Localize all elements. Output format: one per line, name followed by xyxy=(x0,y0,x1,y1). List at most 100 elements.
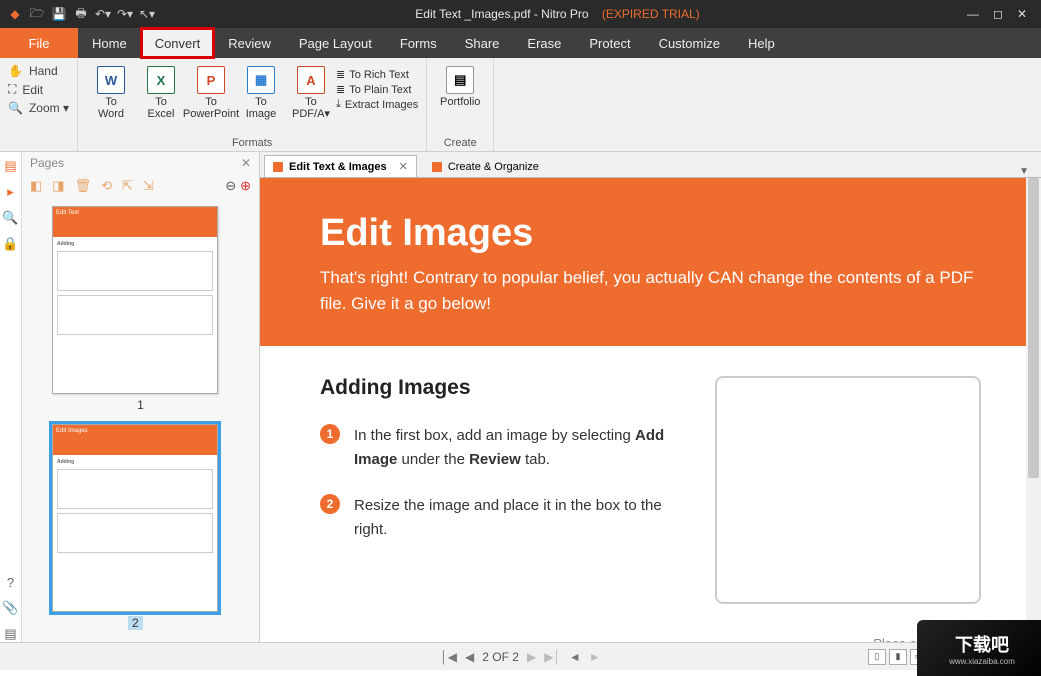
last-page-icon[interactable]: ▶│ xyxy=(544,650,561,664)
page-number: 2 xyxy=(128,616,143,630)
workspace: ▤ ▸ 🔍 🔒 ? 📎 ▤ Pages ✕ ◧ ◨ 🗑 ⟲ ⇱ ⇲ ⊖ ⊕ Ed… xyxy=(0,152,1041,642)
watermark: 下载吧 www.xiazaiba.com xyxy=(917,620,1041,676)
pages-panel-title: Pages xyxy=(30,156,64,170)
close-button[interactable]: ✕ xyxy=(1017,7,1027,21)
pages-tool-insert-icon[interactable]: ⇲ xyxy=(143,178,154,194)
zoom-tool[interactable]: 🔍Zoom ▾ xyxy=(8,101,69,115)
bookmarks-rail-icon[interactable]: ▸ xyxy=(7,184,14,200)
to-pdfa-button[interactable]: AToPDF/A▾ xyxy=(286,62,336,120)
to-powerpoint-button[interactable]: PToPowerPoint xyxy=(186,62,236,120)
window-controls: — ◻ ✕ xyxy=(953,7,1041,21)
create-group: ▤Portfolio Create xyxy=(427,58,494,151)
pages-tool-extract-icon[interactable]: ⇱ xyxy=(122,178,133,194)
main-tabs: File HomeConvertReviewPage LayoutFormsSh… xyxy=(0,28,1041,58)
zoom-in-icon[interactable]: ⊕ xyxy=(240,178,251,194)
pages-tool-rotate-icon[interactable]: ⟲ xyxy=(101,178,112,194)
to-rich-text-button[interactable]: ≣To Rich Text xyxy=(336,68,418,81)
page-thumbnail[interactable]: Edit TextAdding xyxy=(52,206,218,394)
zoom ▾-icon: 🔍 xyxy=(8,101,23,115)
hero-title: Edit Images xyxy=(320,212,981,255)
maximize-button[interactable]: ◻ xyxy=(993,7,1003,21)
pages-tool-next-icon[interactable]: ◨ xyxy=(52,178,64,194)
image-icon: ▦ xyxy=(247,66,275,94)
page-thumbnail[interactable]: Edit ImagesAdding xyxy=(52,424,218,612)
thumbnail-list[interactable]: Edit TextAdding1Edit ImagesAdding2 xyxy=(22,198,259,642)
hand-icon: ✋ xyxy=(8,64,23,78)
attach-rail-icon[interactable]: 📎 xyxy=(2,600,18,616)
left-rail: ▤ ▸ 🔍 🔒 ? 📎 ▤ xyxy=(0,152,22,642)
image-placeholder-box[interactable] xyxy=(715,376,981,604)
portfolio-button[interactable]: ▤Portfolio xyxy=(435,62,485,108)
first-page-icon[interactable]: │◀ xyxy=(440,650,457,664)
save-icon[interactable]: 💾 xyxy=(50,7,68,21)
file-tab[interactable]: File xyxy=(0,28,78,58)
edit-icon: ⛶ xyxy=(8,82,16,97)
step: 2Resize the image and place it in the bo… xyxy=(320,494,685,542)
list-rail-icon[interactable]: ▤ xyxy=(4,626,16,642)
small-icon: ≣ xyxy=(336,68,345,81)
pages-rail-icon[interactable]: ▤ xyxy=(4,158,16,174)
quick-access-toolbar: ◆ 🗁 💾 🖶 ↶▾ ↷▾ ↖▾ xyxy=(0,4,162,25)
pdf/a▾-icon: A xyxy=(297,66,325,94)
tab-share[interactable]: Share xyxy=(451,28,514,58)
doc-icon xyxy=(432,162,442,172)
to-excel-button[interactable]: XToExcel xyxy=(136,62,186,120)
document-tab[interactable]: Edit Text & Images✕ xyxy=(264,155,417,177)
doc-icon xyxy=(273,162,283,172)
pages-tool-prev-icon[interactable]: ◧ xyxy=(30,178,42,194)
pages-panel: Pages ✕ ◧ ◨ 🗑 ⟲ ⇱ ⇲ ⊖ ⊕ Edit TextAdding1… xyxy=(22,152,260,642)
title-bar: ◆ 🗁 💾 🖶 ↶▾ ↷▾ ↖▾ Edit Text _Images.pdf -… xyxy=(0,0,1041,28)
document-viewport[interactable]: Edit Images That's right! Contrary to po… xyxy=(260,178,1041,642)
step-number: 2 xyxy=(320,494,340,514)
step-number: 1 xyxy=(320,424,340,444)
to-image-button[interactable]: ▦ToImage xyxy=(236,62,286,120)
document-tab[interactable]: Create & Organize✕ xyxy=(423,155,548,177)
tab-forms[interactable]: Forms xyxy=(386,28,451,58)
view-continuous-icon[interactable]: ▮ xyxy=(889,649,907,665)
app-icon: ◆ xyxy=(6,7,24,21)
tab-help[interactable]: Help xyxy=(734,28,789,58)
hero-text: That's right! Contrary to popular belief… xyxy=(320,265,981,316)
ribbon: ✋Hand ⛶Edit 🔍Zoom ▾ WToWordXToExcelPToPowe… xyxy=(0,58,1041,152)
tab-erase[interactable]: Erase xyxy=(513,28,575,58)
pages-toolbar: ◧ ◨ 🗑 ⟲ ⇱ ⇲ ⊖ ⊕ xyxy=(22,174,259,198)
open-icon[interactable]: 🗁 xyxy=(28,4,46,25)
window-title: Edit Text _Images.pdf - Nitro Pro (EXPIR… xyxy=(162,7,953,21)
tab-convert[interactable]: Convert xyxy=(141,28,215,58)
tabs-dropdown-icon[interactable]: ▼ xyxy=(1019,166,1029,177)
cursor-icon[interactable]: ↖▾ xyxy=(138,7,156,21)
view-single-icon[interactable]: ▯ xyxy=(868,649,886,665)
redo-icon[interactable]: ↷▾ xyxy=(116,7,134,21)
vertical-scrollbar[interactable] xyxy=(1026,178,1041,642)
print-icon[interactable]: 🖶 xyxy=(72,4,90,25)
undo-icon[interactable]: ↶▾ xyxy=(94,7,112,21)
step: 1 In the first box, add an image by selec… xyxy=(320,424,685,472)
lock-rail-icon[interactable]: 🔒 xyxy=(2,236,18,252)
document-area: Edit Text & Images✕ Create & Organize✕ ▼ E… xyxy=(260,152,1041,642)
trial-status: (EXPIRED TRIAL) xyxy=(602,7,700,21)
to-word-button[interactable]: WToWord xyxy=(86,62,136,120)
help-rail-icon[interactable]: ? xyxy=(7,575,14,590)
forward-view-icon[interactable]: ► xyxy=(589,650,601,664)
pages-tool-delete-icon[interactable]: 🗑 xyxy=(75,178,92,194)
tab-page-layout[interactable]: Page Layout xyxy=(285,28,386,58)
extract-images-button[interactable]: ⤓Extract Images xyxy=(336,98,418,111)
close-tab-icon[interactable]: ✕ xyxy=(399,160,408,173)
close-panel-icon[interactable]: ✕ xyxy=(241,156,251,170)
hand-tool[interactable]: ✋Hand xyxy=(8,64,69,78)
back-view-icon[interactable]: ◄ xyxy=(569,650,581,664)
powerpoint-icon: P xyxy=(197,66,225,94)
tab-review[interactable]: Review xyxy=(214,28,285,58)
minimize-button[interactable]: — xyxy=(967,7,979,21)
tab-customize[interactable]: Customize xyxy=(645,28,734,58)
prev-page-icon[interactable]: ◀ xyxy=(465,650,474,664)
edit-tool[interactable]: ⛶Edit xyxy=(8,82,69,97)
to-plain-text-button[interactable]: ≣To Plain Text xyxy=(336,83,418,96)
step-text: In the first box, add an image by select… xyxy=(354,424,685,472)
tab-home[interactable]: Home xyxy=(78,28,141,58)
search-rail-icon[interactable]: 🔍 xyxy=(2,210,18,226)
tab-protect[interactable]: Protect xyxy=(575,28,644,58)
zoom-out-icon[interactable]: ⊖ xyxy=(225,178,236,194)
formats-group: WToWordXToExcelPToPowerPoint▦ToImageAToP… xyxy=(78,58,427,151)
next-page-icon[interactable]: ▶ xyxy=(527,650,536,664)
